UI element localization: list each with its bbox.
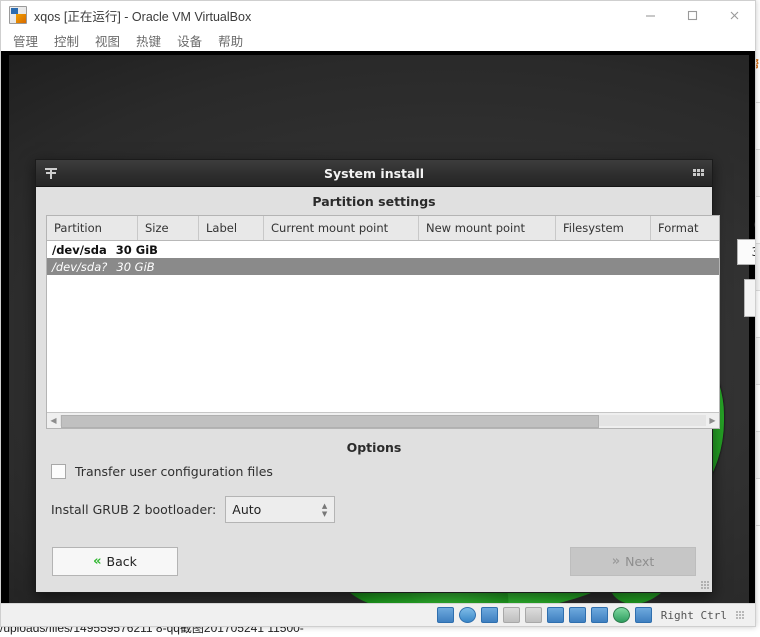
chevron-right-icon: » bbox=[611, 554, 621, 569]
display-icon[interactable] bbox=[546, 607, 564, 623]
transfer-config-checkbox[interactable] bbox=[51, 464, 66, 479]
dialog-title: System install bbox=[323, 165, 425, 181]
scroll-right-arrow-icon[interactable]: ▶ bbox=[706, 414, 719, 427]
partition-area: Partition Size Label Current mount point… bbox=[36, 215, 755, 429]
table-row[interactable]: /dev/sda? 30 GiB bbox=[47, 258, 719, 275]
next-button-label: Next bbox=[625, 554, 655, 569]
grub-bootloader-row: Install GRUB 2 bootloader: Auto ▲ ▼ bbox=[48, 496, 700, 523]
maximize-icon[interactable] bbox=[671, 1, 713, 29]
cell-size: 30 GiB bbox=[116, 259, 155, 274]
cell-partition: /dev/sda bbox=[52, 242, 107, 257]
menu-icon[interactable] bbox=[44, 166, 58, 180]
shared-folder-icon[interactable] bbox=[524, 607, 542, 623]
refresh-button[interactable] bbox=[744, 279, 755, 317]
horizontal-scrollbar[interactable]: ◀ ▶ bbox=[47, 412, 719, 428]
dialog-button-row: « Back » Next bbox=[36, 547, 712, 592]
column-header-new-mount-point[interactable]: New mount point bbox=[419, 216, 556, 240]
minimize-icon[interactable] bbox=[629, 1, 671, 29]
menu-item-view[interactable]: 视图 bbox=[93, 31, 122, 50]
window-controls bbox=[629, 1, 755, 29]
transfer-config-row[interactable]: Transfer user configuration files bbox=[48, 464, 700, 479]
menu-item-hotkey[interactable]: 热键 bbox=[134, 31, 163, 50]
cell-partition: /dev/sda? bbox=[52, 259, 108, 274]
virtualbox-menubar: 管理 控制 视图 热键 设备 帮助 bbox=[1, 29, 755, 51]
column-header-size[interactable]: Size bbox=[138, 216, 199, 240]
table-row[interactable]: /dev/sda 30 GiB bbox=[47, 241, 719, 258]
options-section: Options Transfer user configuration file… bbox=[36, 429, 712, 523]
back-button[interactable]: « Back bbox=[52, 547, 178, 576]
virtualbox-window: xqos [正在运行] - Oracle VM VirtualBox 管理 控制… bbox=[0, 0, 756, 627]
vm-screen: System install Partition settings Partit… bbox=[1, 51, 755, 626]
recording-icon[interactable] bbox=[568, 607, 586, 623]
scroll-left-arrow-icon[interactable]: ◀ bbox=[47, 414, 60, 427]
harddisk-icon[interactable] bbox=[436, 607, 454, 623]
grip-dots-icon[interactable] bbox=[693, 168, 704, 178]
cell-size: 30 GiB bbox=[115, 242, 158, 257]
menu-item-help[interactable]: 帮助 bbox=[216, 31, 245, 50]
grub-bootloader-select[interactable]: Auto ▲ ▼ bbox=[225, 496, 336, 523]
keyboard-icon[interactable] bbox=[634, 607, 652, 623]
vm-statusbar: Right Ctrl bbox=[1, 603, 755, 626]
network-icon[interactable] bbox=[590, 607, 608, 623]
scrollbar-thumb[interactable] bbox=[61, 415, 600, 428]
virtualbox-icon bbox=[9, 6, 27, 24]
partition-table-header: Partition Size Label Current mount point… bbox=[47, 216, 719, 241]
refresh-icon bbox=[754, 285, 755, 311]
mouse-capture-icon[interactable] bbox=[612, 607, 630, 623]
chevron-left-icon: « bbox=[93, 554, 102, 569]
partition-settings-title: Partition settings bbox=[312, 194, 436, 209]
partition-table[interactable]: Partition Size Label Current mount point… bbox=[46, 215, 720, 429]
column-header-filesystem[interactable]: Filesystem bbox=[556, 216, 651, 240]
close-icon[interactable] bbox=[713, 1, 755, 29]
optical-disk-icon[interactable] bbox=[458, 607, 476, 623]
column-header-format[interactable]: Format bbox=[651, 216, 719, 240]
column-header-label[interactable]: Label bbox=[199, 216, 264, 240]
scrollbar-track[interactable] bbox=[60, 415, 706, 428]
host-key-hint: Right Ctrl bbox=[660, 608, 727, 622]
dialog-titlebar[interactable]: System install bbox=[36, 160, 712, 187]
new-partition-size-stepper[interactable]: 30719 MiB + − bbox=[737, 239, 755, 265]
virtualbox-titlebar[interactable]: xqos [正在运行] - Oracle VM VirtualBox bbox=[1, 1, 755, 29]
partition-action-buttons bbox=[744, 279, 755, 317]
floppy-icon[interactable] bbox=[480, 607, 498, 623]
partition-table-rows: /dev/sda 30 GiB /dev/sda? 30 GiB bbox=[47, 241, 719, 412]
menu-item-control[interactable]: 控制 bbox=[52, 31, 81, 50]
options-title: Options bbox=[346, 440, 402, 455]
grub-bootloader-label: Install GRUB 2 bootloader: bbox=[51, 502, 217, 517]
usb-icon[interactable] bbox=[502, 607, 520, 623]
screenshot-root: / 字 / 男 / 是 / h / 老帮 un /uploads/files/1… bbox=[0, 0, 760, 637]
column-header-current-mount-point[interactable]: Current mount point bbox=[264, 216, 419, 240]
column-header-partition[interactable]: Partition bbox=[47, 216, 138, 240]
menu-item-devices[interactable]: 设备 bbox=[175, 31, 204, 50]
system-install-dialog: System install Partition settings Partit… bbox=[35, 159, 755, 593]
next-button[interactable]: » Next bbox=[570, 547, 696, 576]
dialog-body: Partition settings Partition Size Label … bbox=[36, 187, 755, 592]
chevron-updown-icon: ▲ ▼ bbox=[321, 501, 328, 518]
back-button-label: Back bbox=[106, 554, 137, 569]
resize-grip-icon[interactable] bbox=[701, 581, 710, 590]
grub-bootloader-value: Auto bbox=[232, 502, 262, 517]
menu-item-manage[interactable]: 管理 bbox=[11, 31, 40, 50]
resize-grip-icon[interactable] bbox=[736, 610, 745, 620]
create-new-label: Create new: bbox=[754, 217, 755, 232]
window-title: xqos [正在运行] - Oracle VM VirtualBox bbox=[34, 9, 252, 24]
new-partition-size-value[interactable]: 30719 MiB bbox=[737, 239, 755, 265]
transfer-config-label: Transfer user configuration files bbox=[75, 464, 273, 479]
create-new-panel: Create new: 30719 MiB + − bbox=[730, 215, 755, 429]
